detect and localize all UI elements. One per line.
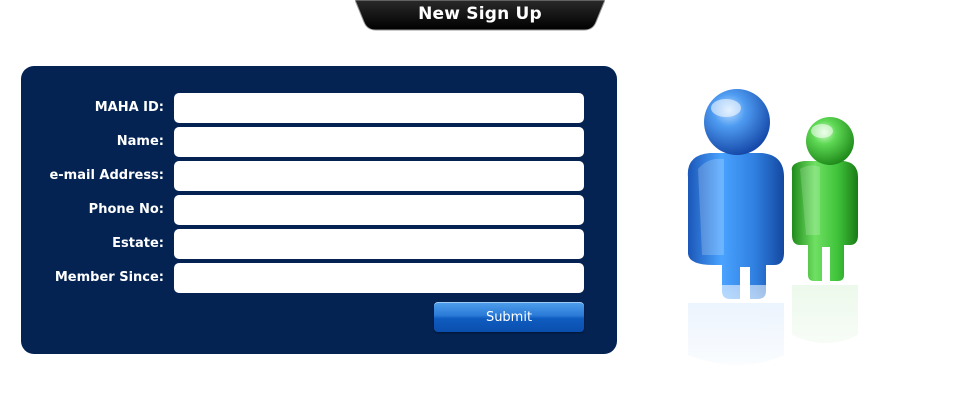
maha-id-input[interactable] bbox=[174, 93, 584, 123]
submit-button[interactable]: Submit bbox=[434, 302, 584, 332]
form-row-name: Name: bbox=[21, 127, 617, 157]
email-label: e-mail Address: bbox=[49, 168, 164, 183]
member-since-input[interactable] bbox=[174, 263, 584, 293]
green-user-figure bbox=[791, 117, 858, 281]
title-tab: New Sign Up bbox=[355, 0, 605, 31]
name-label: Name: bbox=[116, 134, 164, 149]
form-row-maha-id: MAHA ID: bbox=[21, 93, 617, 123]
email-input[interactable] bbox=[174, 161, 584, 191]
member-since-label: Member Since: bbox=[54, 270, 164, 285]
form-row-phone: Phone No: bbox=[21, 195, 617, 225]
maha-id-label: MAHA ID: bbox=[94, 100, 164, 115]
signup-form: MAHA ID: Name: e-mail Address: Phone No:… bbox=[21, 66, 617, 354]
form-row-email: e-mail Address: bbox=[21, 161, 617, 191]
estate-input[interactable] bbox=[174, 229, 584, 259]
form-row-estate: Estate: bbox=[21, 229, 617, 259]
form-row-member-since: Member Since: bbox=[21, 263, 617, 293]
page-title: New Sign Up bbox=[418, 4, 542, 24]
blue-user-figure bbox=[687, 89, 784, 299]
users-icon bbox=[680, 89, 880, 385]
phone-input[interactable] bbox=[174, 195, 584, 225]
phone-label: Phone No: bbox=[88, 202, 164, 217]
estate-label: Estate: bbox=[112, 236, 164, 251]
name-input[interactable] bbox=[174, 127, 584, 157]
signup-page: New Sign Up MAHA ID: Name: e-mail Addres… bbox=[0, 0, 960, 400]
